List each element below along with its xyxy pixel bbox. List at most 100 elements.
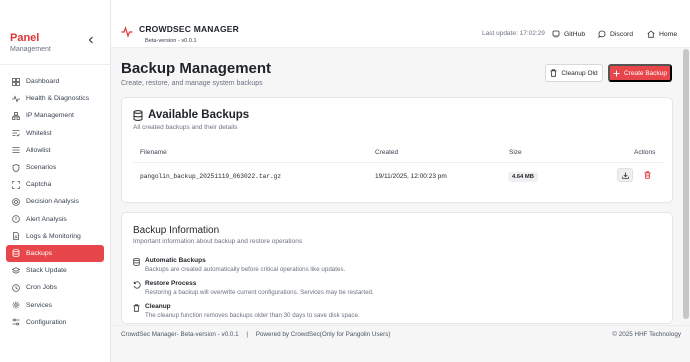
create-backup-button[interactable]: Create Backup [608, 64, 672, 82]
github-label: GitHub [564, 30, 586, 38]
column-header-created: Created [375, 149, 399, 156]
restore-icon [133, 280, 141, 296]
info-item-title: Restore Process [145, 280, 197, 287]
activity-icon [12, 95, 20, 103]
last-update-text: Last update: 17:02:29 [482, 30, 545, 37]
table-divider [133, 162, 663, 163]
sidebar-item-decision-analysis[interactable]: Decision Analysis [6, 193, 104, 210]
info-item-desc: Restoring a backup will overwrite curren… [145, 288, 374, 296]
footer-powered-by: Powered by CrowdSec(Only for Pangolin Us… [255, 331, 391, 338]
trash-icon [644, 171, 651, 179]
sidebar-item-services[interactable]: Services [6, 296, 104, 313]
sidebar-item-captcha[interactable]: Captcha [6, 176, 104, 193]
footer-left: CrowdSec Manager- Beta-version - v0.0.1 … [121, 331, 390, 338]
sidebar-item-allowlist[interactable]: Allowlist [6, 142, 104, 159]
available-backups-title: Available Backups [148, 109, 250, 121]
sidebar-item-label: Alert Analysis [26, 215, 67, 223]
sidebar: Panel Management Dashboard Health & Diag… [0, 0, 111, 362]
info-item-automatic: Automatic Backups Backups are created au… [133, 257, 345, 273]
database-icon [133, 109, 143, 121]
column-header-actions: Actions [634, 149, 656, 156]
sidebar-item-label: Allowlist [26, 146, 51, 154]
target-icon [12, 198, 20, 206]
sidebar-item-backups[interactable]: Backups [6, 244, 104, 263]
card-title-row: Available Backups [133, 109, 249, 121]
alert-icon [12, 215, 20, 223]
sidebar-item-configuration[interactable]: Configuration [6, 314, 104, 331]
sidebar-item-ip-management[interactable]: IP Management [6, 107, 104, 124]
version-label: Beta-version - v0.0.1 [145, 38, 197, 44]
backup-information-card: Backup Information Important information… [121, 212, 673, 324]
backup-information-title: Backup Information [133, 225, 220, 236]
backup-filename: pangolin_backup_20251119_063022.tar.gz [140, 173, 282, 180]
brand-title: Panel [10, 32, 40, 44]
sidebar-item-label: Scenarios [26, 164, 57, 172]
footer: CrowdSec Manager- Beta-version - v0.0.1 … [111, 325, 690, 362]
sidebar-item-label: IP Management [26, 112, 74, 120]
activity-logo-icon [121, 25, 133, 38]
sidebar-item-label: Dashboard [26, 78, 60, 86]
sidebar-item-label: Services [26, 301, 53, 309]
sidebar-divider [0, 64, 111, 65]
page-subtitle: Create, restore, and manage system backu… [121, 80, 263, 87]
available-backups-card: Available Backups All created backups an… [121, 97, 673, 203]
footer-version: CrowdSec Manager- Beta-version - v0.0.1 [121, 331, 239, 338]
captcha-icon [12, 180, 20, 189]
sidebar-item-health[interactable]: Health & Diagnostics [6, 90, 104, 107]
home-link[interactable]: Home [647, 30, 677, 38]
download-backup-button[interactable] [617, 168, 633, 182]
backup-created: 19/11/2025, 12:00:23 pm [375, 173, 447, 180]
clock-icon [12, 284, 20, 292]
database-icon [133, 257, 141, 273]
page-title: Backup Management [121, 60, 272, 77]
network-icon [12, 112, 20, 120]
download-icon [621, 172, 629, 179]
sidebar-item-label: Stack Update [26, 267, 67, 275]
footer-separator: | [246, 331, 248, 338]
github-icon [552, 30, 560, 38]
sidebar-nav: Dashboard Health & Diagnostics IP Manage… [6, 73, 104, 331]
info-item-title: Cleanup [145, 303, 171, 310]
backup-size-badge: 4.64 MB [508, 172, 538, 182]
file-icon [12, 232, 20, 241]
gear-icon [12, 301, 20, 309]
sidebar-item-dashboard[interactable]: Dashboard [6, 73, 104, 90]
database-icon [12, 249, 20, 258]
sidebar-item-scenarios[interactable]: Scenarios [6, 159, 104, 176]
sidebar-item-whitelist[interactable]: Whitelist [6, 125, 104, 142]
cleanup-old-button[interactable]: Cleanup Old [545, 64, 603, 82]
topbar: CROWDSEC MANAGER Beta-version - v0.0.1 L… [111, 0, 690, 48]
layers-icon [12, 266, 20, 275]
sidebar-item-logs[interactable]: Logs & Monitoring [6, 228, 104, 245]
info-item-cleanup: Cleanup The cleanup function removes bac… [133, 303, 360, 319]
info-item-desc: The cleanup function removes backups old… [145, 311, 360, 319]
info-item-title: Automatic Backups [145, 257, 206, 264]
sidebar-item-alert-analysis[interactable]: Alert Analysis [6, 211, 104, 228]
home-icon [647, 30, 655, 38]
grid-icon [12, 77, 20, 86]
sidebar-item-stack-update[interactable]: Stack Update [6, 262, 104, 279]
sidebar-item-label: Health & Diagnostics [26, 95, 90, 103]
create-backup-label: Create Backup [624, 69, 667, 77]
list-check-icon [12, 129, 20, 137]
discord-link[interactable]: Discord [598, 30, 633, 38]
info-item-restore: Restore Process Restoring a backup will … [133, 280, 374, 296]
sidebar-item-label: Cron Jobs [26, 284, 57, 292]
info-item-desc: Backups are created automatically before… [145, 265, 346, 273]
sidebar-item-label: Whitelist [26, 129, 52, 137]
delete-backup-button[interactable] [639, 168, 655, 182]
app-root: Panel Management Dashboard Health & Diag… [0, 0, 690, 362]
cleanup-old-label: Cleanup Old [561, 69, 598, 77]
github-link[interactable]: GitHub [552, 30, 585, 38]
trash-icon [133, 303, 141, 319]
sidebar-item-label: Logs & Monitoring [26, 232, 81, 240]
available-backups-subtitle: All created backups and their details [133, 124, 238, 131]
sidebar-item-cron-jobs[interactable]: Cron Jobs [6, 279, 104, 296]
chevron-left-icon[interactable] [88, 36, 94, 46]
brand-subtitle: Management [10, 46, 51, 53]
backup-information-subtitle: Important information about backup and r… [133, 238, 303, 245]
sidebar-item-label: Captcha [26, 181, 52, 189]
sidebar-item-label: Backups [26, 249, 53, 257]
scrollbar[interactable] [683, 49, 689, 319]
discord-label: Discord [610, 30, 634, 38]
